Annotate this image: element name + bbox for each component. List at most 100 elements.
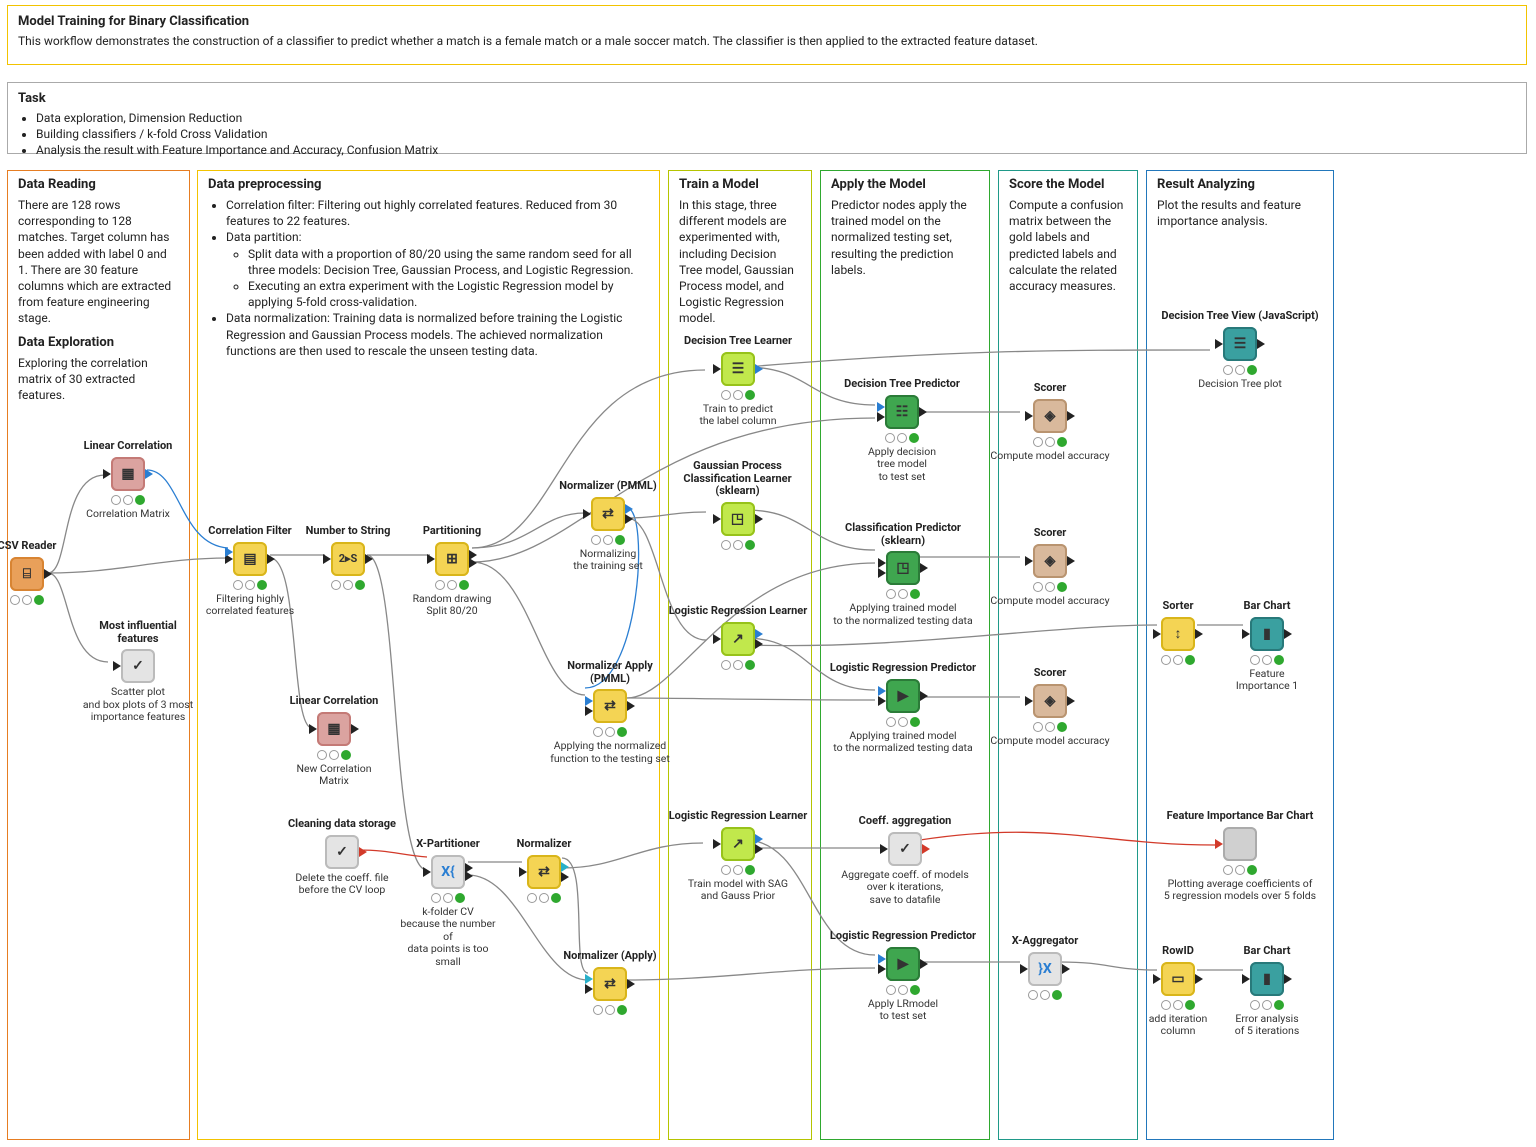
node-scorer-2[interactable]: Scorer ◈ Compute model accuracy (990, 527, 1110, 607)
status-lights (990, 722, 1110, 732)
loop-end-icon: }X (1028, 952, 1062, 986)
node-title: Scorer (990, 527, 1110, 540)
header-title: Model Training for Binary Classification (18, 14, 1516, 29)
task-item: Data exploration, Dimension Reduction (36, 110, 1516, 126)
status-lights (494, 893, 594, 903)
node-cleaning-data-storage[interactable]: Cleaning data storage ✓ Delete the coeff… (282, 818, 402, 897)
node-logistic-regression-predictor-2[interactable]: Logistic Regression Predictor ▶ Apply LR… (823, 930, 983, 1023)
section-text: Plot the results and feature importance … (1157, 197, 1323, 229)
node-title: Sorter (1138, 600, 1218, 613)
section-title: Result Analyzing (1157, 177, 1323, 192)
node-correlation-filter[interactable]: Correlation Filter ▤ Filtering highly co… (200, 525, 300, 618)
node-normalizer-pmml[interactable]: Normalizer (PMML) ⇄ Normalizing the trai… (558, 480, 658, 573)
node-normalizer-2[interactable]: Normalizer ⇄ (494, 838, 594, 903)
task-title: Task (18, 91, 1516, 106)
scorer-icon: ◈ (1033, 684, 1067, 718)
node-decision-tree-predictor[interactable]: Decision Tree Predictor ☷ Apply decision… (832, 378, 972, 483)
status-lights (298, 580, 398, 590)
node-decision-tree-learner[interactable]: Decision Tree Learner ☰ Train to predict… (678, 335, 798, 428)
node-bar-chart-2[interactable]: Bar Chart ▮ Error analysis of 5 iteratio… (1222, 945, 1312, 1038)
bar-chart-icon: ▮ (1250, 617, 1284, 651)
regression-icon: ↗ (721, 827, 755, 861)
scorer-icon: ◈ (1033, 544, 1067, 578)
node-normalizer-apply-2[interactable]: Normalizer (Apply) ⇄ (560, 950, 660, 1015)
normalize-icon: ⇄ (591, 497, 625, 531)
node-title: X-Aggregator (990, 935, 1100, 948)
status-lights (1155, 865, 1325, 875)
node-title: Correlation Filter (200, 525, 300, 538)
normalize-icon: ⇄ (527, 855, 561, 889)
node-linear-correlation-1[interactable]: Linear Correlation ▦ Correlation Matrix (78, 440, 178, 520)
node-caption: Compute model accuracy (990, 450, 1110, 463)
node-title: CSV Reader (0, 540, 72, 553)
status-lights (1222, 1000, 1312, 1010)
section-bullet: Data partition: Split data with a propor… (226, 229, 649, 310)
task-item: Analysis the result with Feature Importa… (36, 142, 1516, 158)
node-caption: Compute model accuracy (990, 595, 1110, 608)
node-linear-correlation-2[interactable]: Linear Correlation ▦ New Correlation Mat… (284, 695, 384, 788)
node-x-aggregator[interactable]: X-Aggregator }X (990, 935, 1100, 1000)
node-rowid[interactable]: RowID ▭ add iteration column (1138, 945, 1218, 1038)
node-coeff-aggregation[interactable]: Coeff. aggregation ✓ Aggregate coeff. of… (830, 815, 980, 906)
normalize-apply-icon: ⇄ (593, 689, 627, 723)
node-feature-importance-bar-chart[interactable]: Feature Importance Bar Chart Plotting av… (1155, 810, 1325, 903)
predictor-icon: ◳ (886, 551, 920, 585)
node-title: Logistic Regression Learner (668, 605, 808, 618)
section-text: In this stage, three different models ar… (679, 197, 801, 327)
section-text: Compute a confusion matrix between the g… (1009, 197, 1127, 294)
node-caption: Aggregate coeff. of models over k iterat… (830, 869, 980, 907)
section-title: Data Reading (18, 177, 179, 192)
convert-icon: 2▸S (331, 542, 365, 576)
node-gaussian-process-learner[interactable]: Gaussian Process Classification Learner … (670, 460, 805, 550)
header-annotation: Model Training for Binary Classification… (7, 5, 1527, 65)
node-logistic-regression-predictor-1[interactable]: Logistic Regression Predictor ▶ Applying… (823, 662, 983, 755)
node-title: Coeff. aggregation (830, 815, 980, 828)
node-bar-chart-1[interactable]: Bar Chart ▮ Feature Importance 1 (1222, 600, 1312, 693)
predictor-icon: ☷ (885, 395, 919, 429)
header-text: This workflow demonstrates the construct… (18, 33, 1516, 49)
node-sorter[interactable]: Sorter ↕ (1138, 600, 1218, 665)
bar-chart-icon: ▮ (1250, 962, 1284, 996)
node-decision-tree-view[interactable]: Decision Tree View (JavaScript) ☰ Decisi… (1160, 310, 1320, 390)
partition-icon: ⊞ (435, 542, 469, 576)
section-bullet: Data normalization: Training data is nor… (226, 310, 649, 359)
node-caption: Feature Importance 1 (1222, 668, 1312, 693)
node-scorer-1[interactable]: Scorer ◈ Compute model accuracy (990, 382, 1110, 462)
normalize-apply-icon: ⇄ (593, 967, 627, 1001)
node-x-partitioner[interactable]: X-Partitioner X{ k-folder CV because the… (398, 838, 498, 969)
correlation-icon: ▦ (317, 712, 351, 746)
node-caption: Apply LRmodel to test set (823, 998, 983, 1023)
node-title: Scorer (990, 382, 1110, 395)
status-lights (284, 750, 384, 760)
node-scorer-3[interactable]: Scorer ◈ Compute model accuracy (990, 667, 1110, 747)
workflow-canvas[interactable]: Model Training for Binary Classification… (0, 0, 1536, 1147)
status-lights (823, 985, 983, 995)
node-caption: k-folder CV because the number of data p… (398, 906, 498, 969)
node-caption: Apply decision tree model to test set (832, 446, 972, 484)
node-normalizer-apply-pmml[interactable]: Normalizer Apply (PMML) ⇄ Applying the n… (550, 660, 670, 765)
status-lights (1222, 655, 1312, 665)
node-title: Classification Predictor (sklearn) (823, 522, 983, 547)
node-caption: Compute model accuracy (990, 735, 1110, 748)
node-csv-reader[interactable]: CSV Reader ⌸ (0, 540, 72, 605)
status-lights (668, 865, 808, 875)
node-title: Logistic Regression Learner (668, 810, 808, 823)
node-caption: Random drawing Split 80/20 (402, 593, 502, 618)
node-most-influential-features[interactable]: Most influential features ✓ Scatter plot… (78, 620, 198, 724)
node-title: Normalizer (PMML) (558, 480, 658, 493)
node-title: Normalizer Apply (PMML) (550, 660, 670, 685)
node-logistic-regression-learner-2[interactable]: Logistic Regression Learner ↗ Train mode… (668, 810, 808, 903)
node-title: Bar Chart (1222, 945, 1312, 958)
metanode-icon: ✓ (121, 649, 155, 683)
sort-icon: ↕ (1161, 617, 1195, 651)
status-lights (668, 660, 808, 670)
status-lights (560, 1005, 660, 1015)
node-logistic-regression-learner-1[interactable]: Logistic Regression Learner ↗ (668, 605, 808, 670)
node-number-to-string[interactable]: Number to String 2▸S (298, 525, 398, 590)
status-lights (670, 540, 805, 550)
node-classification-predictor[interactable]: Classification Predictor (sklearn) ◳ App… (823, 522, 983, 627)
node-partitioning[interactable]: Partitioning ⊞ Random drawing Split 80/2… (402, 525, 502, 618)
node-title: Linear Correlation (284, 695, 384, 708)
predictor-icon: ▶ (886, 679, 920, 713)
node-title: Gaussian Process Classification Learner … (670, 460, 805, 498)
